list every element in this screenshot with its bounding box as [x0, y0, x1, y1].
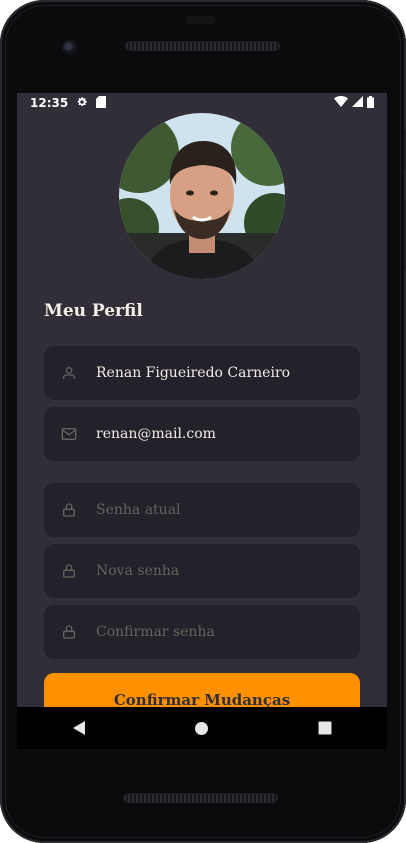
top-sensor — [186, 16, 216, 24]
home-icon[interactable] — [172, 707, 232, 749]
status-time: 12:35 — [30, 96, 69, 110]
navigation-bar — [17, 707, 387, 749]
confirm-password-field[interactable]: Confirmar senha — [44, 605, 360, 659]
back-icon[interactable] — [49, 707, 109, 749]
sd-card-icon — [96, 95, 107, 111]
earpiece-speaker — [126, 42, 279, 50]
app-screen: 12:35 Meu Perfil Renan Figueiredo Carnei… — [17, 93, 387, 707]
front-camera — [62, 40, 78, 56]
mail-icon — [60, 425, 78, 443]
gear-icon — [76, 96, 88, 111]
lock-icon — [60, 501, 78, 519]
wifi-icon — [334, 96, 348, 110]
current-password-field[interactable]: Senha atual — [44, 483, 360, 537]
recents-icon[interactable] — [295, 707, 355, 749]
signal-icon — [352, 96, 363, 110]
user-icon — [60, 364, 78, 382]
name-field[interactable]: Renan Figueiredo Carneiro — [44, 346, 360, 400]
name-value: Renan Figueiredo Carneiro — [96, 365, 291, 381]
email-field[interactable]: renan@mail.com — [44, 407, 360, 461]
lock-icon — [60, 562, 78, 580]
new-password-placeholder: Nova senha — [96, 563, 180, 579]
battery-icon — [367, 95, 374, 111]
lock-icon — [60, 623, 78, 641]
page-title: Meu Perfil — [44, 301, 143, 321]
confirm-password-placeholder: Confirmar senha — [96, 624, 215, 640]
avatar[interactable] — [119, 113, 285, 279]
bottom-speaker — [124, 794, 277, 802]
status-bar: 12:35 — [17, 93, 387, 113]
new-password-field[interactable]: Nova senha — [44, 544, 360, 598]
current-password-placeholder: Senha atual — [96, 502, 181, 518]
confirm-changes-button[interactable]: Confirmar Mudanças — [44, 673, 360, 707]
email-value: renan@mail.com — [96, 426, 216, 442]
